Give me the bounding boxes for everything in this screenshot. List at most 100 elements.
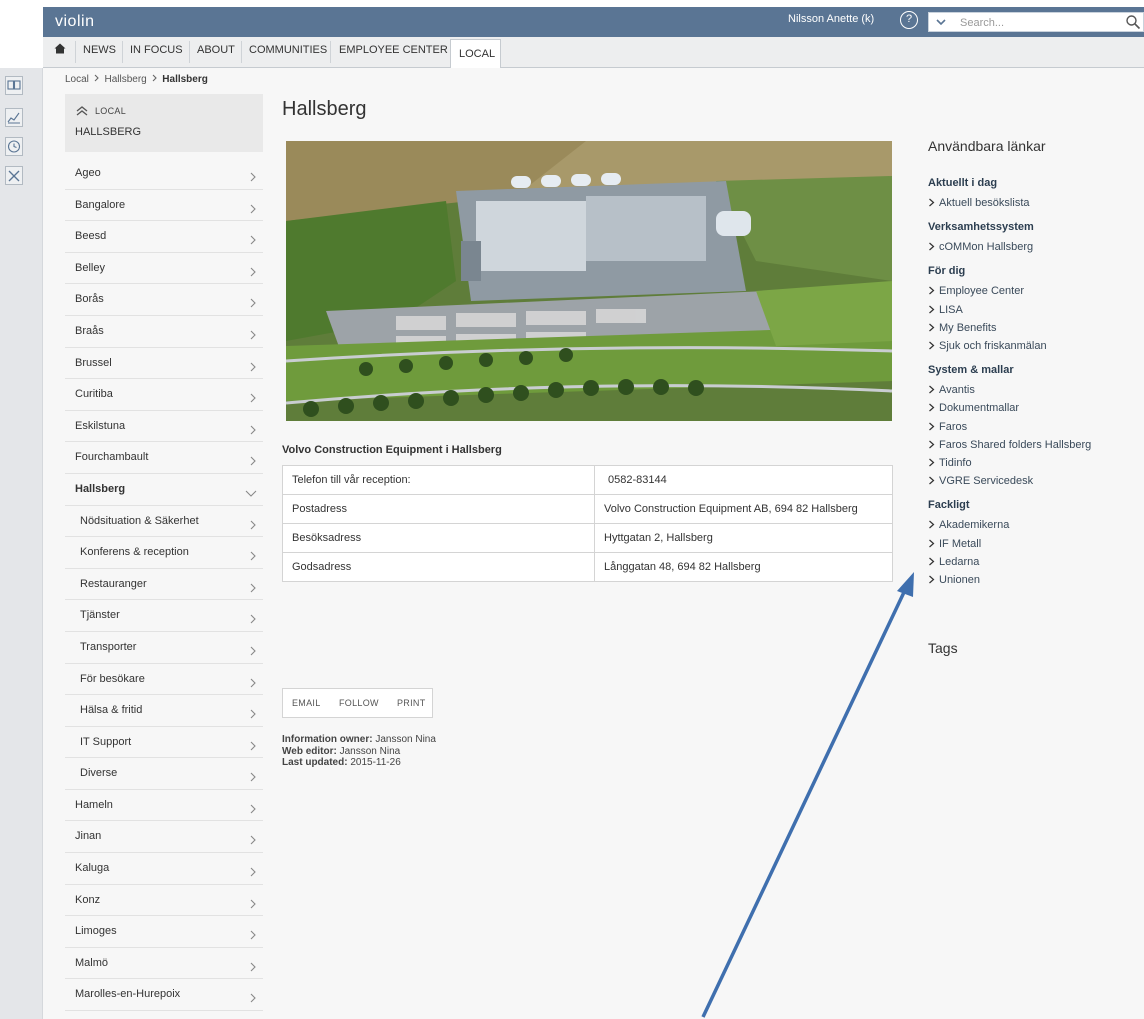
table-cell-value: 0582-83144 (594, 465, 893, 495)
useful-link[interactable]: Faros Shared folders Hallsberg (928, 439, 1091, 451)
search-icon[interactable] (1125, 14, 1141, 35)
sidebar-item[interactable]: Fourchambault (65, 442, 263, 474)
chevron-right-icon (248, 580, 257, 598)
sidebar-item[interactable]: Hälsa & fritid (65, 695, 263, 727)
tools-icon[interactable] (5, 166, 23, 185)
useful-link[interactable]: My Benefits (928, 322, 996, 334)
sidebar-item[interactable]: Hameln (65, 790, 263, 822)
sidebar-item[interactable]: Brussel (65, 348, 263, 380)
sidebar-item[interactable]: För besökare (65, 664, 263, 696)
print-button[interactable]: PRINT (397, 698, 426, 708)
useful-link-label: Faros Shared folders Hallsberg (939, 438, 1092, 451)
table-cell-value: Långgatan 48, 694 82 Hallsberg (594, 552, 893, 582)
chevron-right-icon (928, 402, 939, 414)
nav-employee-center[interactable]: EMPLOYEE CENTER (339, 44, 448, 56)
breadcrumb-hallsberg[interactable]: Hallsberg (104, 74, 146, 85)
sidebar-item[interactable]: Curitiba (65, 379, 263, 411)
sidebar-item[interactable]: Malmö (65, 948, 263, 980)
breadcrumb-local[interactable]: Local (65, 74, 89, 85)
sidebar-item-label: Curitiba (75, 388, 113, 401)
nav-communities[interactable]: COMMUNITIES (249, 44, 327, 56)
chevron-right-icon (928, 384, 939, 396)
sidebar-item-label: Brussel (75, 356, 112, 369)
updated-label: Last updated: (282, 757, 348, 768)
help-icon[interactable]: ? (900, 11, 918, 29)
search-scope-dropdown[interactable] (928, 12, 954, 32)
useful-link[interactable]: Avantis (928, 384, 975, 396)
sidebar-item[interactable]: Ageo (65, 158, 263, 190)
useful-link-label: Unionen (939, 574, 980, 586)
useful-link[interactable]: Dokumentmallar (928, 402, 1019, 414)
nav-in-focus[interactable]: IN FOCUS (130, 44, 183, 56)
search-input[interactable] (953, 14, 1113, 32)
site-aerial-photo (286, 141, 892, 421)
useful-link[interactable]: VGRE Servicedesk (928, 475, 1033, 487)
useful-link[interactable]: Sjuk och friskanmälan (928, 340, 1047, 352)
sidebar-item-label: Marolles-en-Hurepoix (75, 988, 181, 1001)
page-meta: Information owner: Jansson Nina Web edit… (282, 734, 436, 769)
nav-about[interactable]: ABOUT (197, 44, 235, 56)
sidebar-item[interactable]: Restauranger (65, 569, 263, 601)
table-row: Godsadress Långgatan 48, 694 82 Hallsber… (282, 552, 893, 582)
sidebar-item[interactable]: Eskilstuna (65, 411, 263, 443)
sidebar-item-label: Ageo (75, 167, 101, 179)
useful-link[interactable]: Faros (928, 421, 967, 433)
useful-link[interactable]: LISA (928, 304, 963, 316)
sidebar-item[interactable]: IT Support (65, 727, 263, 759)
brand-logo[interactable]: violin (55, 13, 94, 31)
book-icon[interactable] (5, 76, 23, 95)
sidebar-item[interactable]: Braås (65, 316, 263, 348)
sidebar-parent-link[interactable]: LOCAL HALLSBERG (65, 94, 263, 152)
sidebar-item-label: Konferens & reception (80, 546, 189, 559)
editor-label: Web editor: (282, 745, 337, 757)
nav-local[interactable]: LOCAL (450, 39, 501, 69)
email-button[interactable]: EMAIL (292, 698, 321, 708)
useful-link[interactable]: Aktuell besökslista (928, 197, 1030, 209)
sidebar-item[interactable]: Nödsituation & Säkerhet (65, 506, 263, 538)
chevron-right-icon (248, 706, 257, 724)
sidebar-item[interactable]: Beesd (65, 221, 263, 253)
chevron-right-icon (248, 359, 257, 377)
useful-link[interactable]: Employee Center (928, 285, 1024, 297)
chevron-right-icon (248, 959, 257, 977)
chevron-right-icon (248, 801, 257, 819)
sidebar-item[interactable]: Tjänster (65, 600, 263, 632)
sidebar-item[interactable]: Transporter (65, 632, 263, 664)
sidebar-item[interactable]: Diverse (65, 758, 263, 790)
sidebar-item[interactable]: Konferens & reception (65, 537, 263, 569)
home-icon[interactable] (54, 43, 66, 57)
sidebar-item[interactable]: Hallsberg (65, 474, 263, 506)
owner-name[interactable]: Jansson Nina (375, 734, 436, 745)
follow-button[interactable]: FOLLOW (339, 698, 379, 708)
chevron-right-icon (928, 322, 939, 334)
useful-link[interactable]: Ledarna (928, 556, 979, 568)
nav-news[interactable]: NEWS (83, 44, 116, 56)
useful-link[interactable]: Tidinfo (928, 457, 972, 469)
sidebar-item[interactable]: Kaluga (65, 853, 263, 885)
chevron-right-icon (928, 556, 939, 568)
useful-link[interactable]: IF Metall (928, 538, 981, 550)
useful-link[interactable]: Akademikerna (928, 519, 1009, 531)
sidebar-item[interactable]: Limoges (65, 916, 263, 948)
updated-date: 2015-11-26 (350, 757, 401, 768)
chevron-right-icon (928, 304, 939, 316)
user-name[interactable]: Nilsson Anette (k) (788, 13, 874, 25)
chart-icon[interactable] (5, 108, 23, 127)
chevron-right-icon (248, 896, 257, 914)
useful-link-label: Sjuk och friskanmälan (939, 340, 1047, 352)
useful-link[interactable]: Unionen (928, 574, 980, 586)
sidebar-item[interactable]: Konz (65, 885, 263, 917)
sidebar-item[interactable]: Bangalore (65, 190, 263, 222)
useful-link[interactable]: cOMMon Hallsberg (928, 241, 1033, 253)
chevron-right-icon (94, 74, 99, 82)
sidebar-item[interactable]: Marolles-en-Hurepoix (65, 979, 263, 1012)
sidebar-item[interactable]: Borås (65, 284, 263, 316)
clock-icon[interactable] (5, 137, 23, 156)
sidebar-item[interactable]: Jinan (65, 821, 263, 854)
sidebar-item-label: Braås (75, 324, 104, 337)
chevron-right-icon (248, 769, 257, 787)
sidebar-item[interactable]: Belley (65, 253, 263, 285)
editor-name[interactable]: Jansson Nina (340, 746, 401, 757)
useful-link-label: cOMMon Hallsberg (939, 241, 1034, 254)
chevron-right-icon (928, 475, 939, 487)
